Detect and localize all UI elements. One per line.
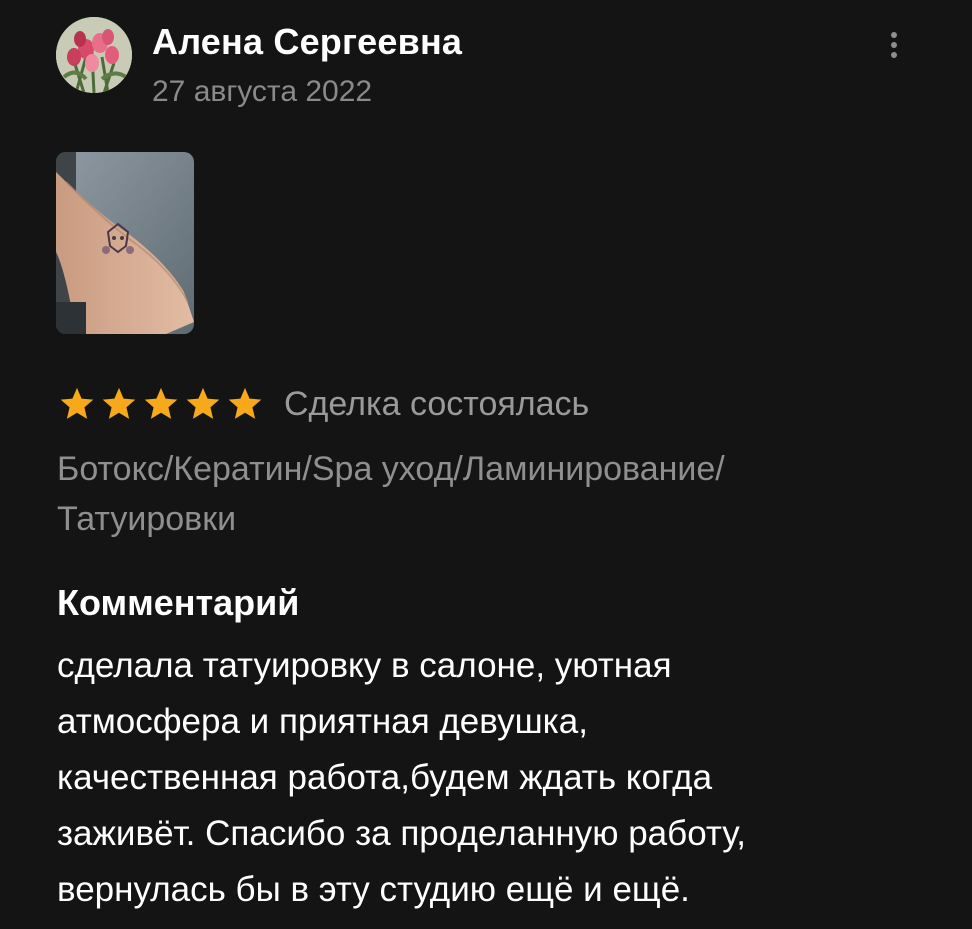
- review-header: Алена Сергеевна 27 августа 2022: [56, 17, 912, 108]
- service-category: Ботокс/Кератин/Spa уход/Ламинирование/ Т…: [57, 444, 937, 544]
- comment-line: вернулась бы в эту студию ещё и ещё.: [57, 870, 690, 909]
- comment-line: заживёт. Спасибо за проделанную работу,: [57, 814, 747, 853]
- avatar[interactable]: [56, 17, 132, 93]
- comment-line: качественная работа,будем ждать когда: [57, 758, 713, 797]
- comment-text: сделала татуировку в салоне, уютная атмо…: [57, 638, 947, 918]
- category-line: Татуировки: [57, 500, 237, 538]
- more-options-button[interactable]: [876, 27, 912, 63]
- more-vertical-icon: [891, 32, 897, 38]
- tattoo-photo-icon: [56, 152, 194, 334]
- star-rating: [58, 385, 264, 423]
- tulips-avatar-icon: [56, 17, 132, 93]
- star-icon: [60, 387, 94, 419]
- rating-row: Сделка состоялась: [58, 380, 589, 428]
- star-icon: [102, 387, 136, 419]
- deal-status: Сделка состоялась: [284, 384, 590, 423]
- comment-line: атмосфера и приятная девушка,: [57, 702, 588, 741]
- category-line: Ботокс/Кератин/Spa уход/Ламинирование/: [57, 450, 725, 488]
- author-name[interactable]: Алена Сергеевна: [152, 21, 462, 63]
- review-photo-thumbnail[interactable]: [56, 152, 194, 334]
- comment-heading: Комментарий: [57, 582, 300, 623]
- star-icon: [144, 387, 178, 419]
- review-card: Алена Сергеевна 27 августа 2022 Сделка с…: [0, 0, 972, 929]
- comment-line: сделала татуировку в салоне, уютная: [57, 646, 672, 685]
- review-date: 27 августа 2022: [152, 75, 373, 108]
- star-icon: [228, 387, 262, 419]
- star-icon: [186, 387, 220, 419]
